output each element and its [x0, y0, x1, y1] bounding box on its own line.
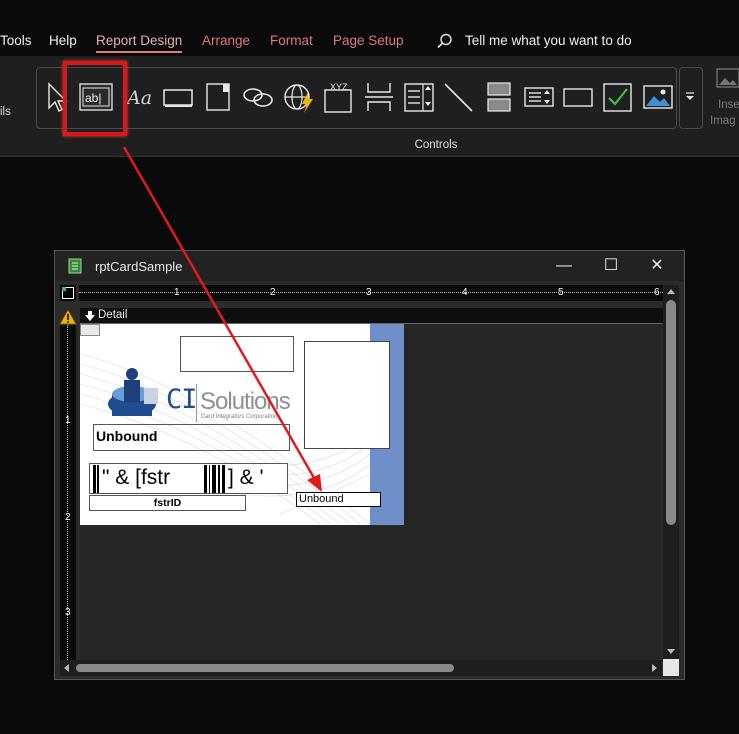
- rectangle-icon[interactable]: [561, 80, 595, 114]
- section-arrow-icon: [85, 311, 95, 321]
- section-label: Detail: [98, 309, 128, 321]
- fstrid-label[interactable]: fstrID: [89, 495, 246, 511]
- scroll-up-icon[interactable]: [666, 287, 676, 295]
- tab-format[interactable]: Format: [270, 33, 313, 48]
- check-box-icon[interactable]: [601, 80, 635, 114]
- vruler-mark-1: 1: [65, 415, 71, 426]
- logo-ci-text: CI: [166, 384, 198, 415]
- logo-tagline: Card Integrators Corporation: [201, 414, 278, 420]
- logo-solutions-text: Solutions: [200, 388, 291, 415]
- page-break-icon[interactable]: [362, 80, 396, 114]
- insert-image-label-2: Imag: [710, 115, 736, 127]
- vruler-mark-2: 2: [65, 512, 71, 523]
- button-icon[interactable]: [161, 80, 195, 114]
- highlight-box: [63, 61, 127, 136]
- photo-frame[interactable]: [304, 341, 390, 449]
- line-icon[interactable]: [441, 80, 475, 114]
- logo-divider: [196, 384, 197, 422]
- ruler-mark-2: 2: [270, 287, 276, 298]
- empty-textbox-top[interactable]: [180, 336, 294, 372]
- insert-image-icon[interactable]: [716, 67, 739, 89]
- vertical-scroll-thumb[interactable]: [666, 300, 676, 525]
- scroll-down-icon[interactable]: [666, 648, 676, 656]
- ruler-mark-4: 4: [462, 287, 468, 298]
- detail-section-bar[interactable]: [80, 308, 663, 324]
- control-handle[interactable]: [80, 324, 100, 336]
- search-icon[interactable]: [437, 33, 453, 49]
- menu-help[interactable]: Help: [49, 33, 77, 48]
- barcode-box[interactable]: " & [fstr ] & ': [89, 463, 288, 494]
- menu-tools[interactable]: Tools: [0, 33, 32, 48]
- barcode-expression: " & [fstr: [102, 466, 171, 489]
- report-selector[interactable]: [60, 285, 76, 301]
- svg-text:XYZ: XYZ: [330, 82, 348, 92]
- ruler-mark-3: 3: [366, 287, 372, 298]
- barcode-tail: ] & ': [228, 466, 264, 489]
- image-icon[interactable]: [641, 80, 675, 114]
- tell-me-search[interactable]: Tell me what you want to do: [465, 33, 632, 48]
- chevron-down-icon: [686, 92, 694, 100]
- ribbon-left-cut-label: ils: [0, 106, 11, 118]
- tab-page-setup[interactable]: Page Setup: [333, 33, 404, 48]
- scroll-left-icon[interactable]: [62, 663, 70, 673]
- ruler-mark-1: 1: [174, 287, 180, 298]
- warning-icon[interactable]: [59, 309, 77, 325]
- svg-text:Aa: Aa: [125, 87, 152, 109]
- ci-logo-icon: [108, 368, 158, 416]
- combo-box-icon[interactable]: [402, 80, 436, 114]
- ruler-mark-5: 5: [558, 287, 564, 298]
- controls-group-label: Controls: [414, 139, 458, 151]
- insert-image-label-1: Inse: [718, 99, 739, 111]
- web-browser-icon[interactable]: [282, 80, 316, 114]
- scroll-corner: [663, 659, 679, 676]
- report-icon: [68, 258, 82, 274]
- minimize-button[interactable]: —: [542, 252, 586, 280]
- ruler-mark-6: 6: [654, 287, 660, 298]
- unbound-field-text: Unbound: [96, 428, 158, 444]
- list-box-icon[interactable]: [522, 80, 556, 114]
- scroll-right-icon[interactable]: [651, 663, 659, 673]
- close-button[interactable]: ✕: [635, 252, 679, 280]
- tab-control-icon[interactable]: [201, 80, 235, 114]
- maximize-button[interactable]: ☐: [589, 252, 633, 280]
- toggle-button-icon[interactable]: [482, 80, 516, 114]
- new-unbound-textbox[interactable]: Unbound: [296, 492, 381, 507]
- tab-report-design[interactable]: Report Design: [96, 33, 183, 53]
- vruler-mark-3: 3: [65, 607, 71, 618]
- window-title: rptCardSample: [95, 259, 183, 274]
- tab-arrange[interactable]: Arrange: [202, 33, 250, 48]
- navigation-control-icon[interactable]: XYZ: [322, 80, 356, 114]
- hyperlink-icon[interactable]: [241, 80, 275, 114]
- label-icon[interactable]: Aa: [125, 80, 159, 114]
- horizontal-scroll-thumb[interactable]: [76, 664, 454, 672]
